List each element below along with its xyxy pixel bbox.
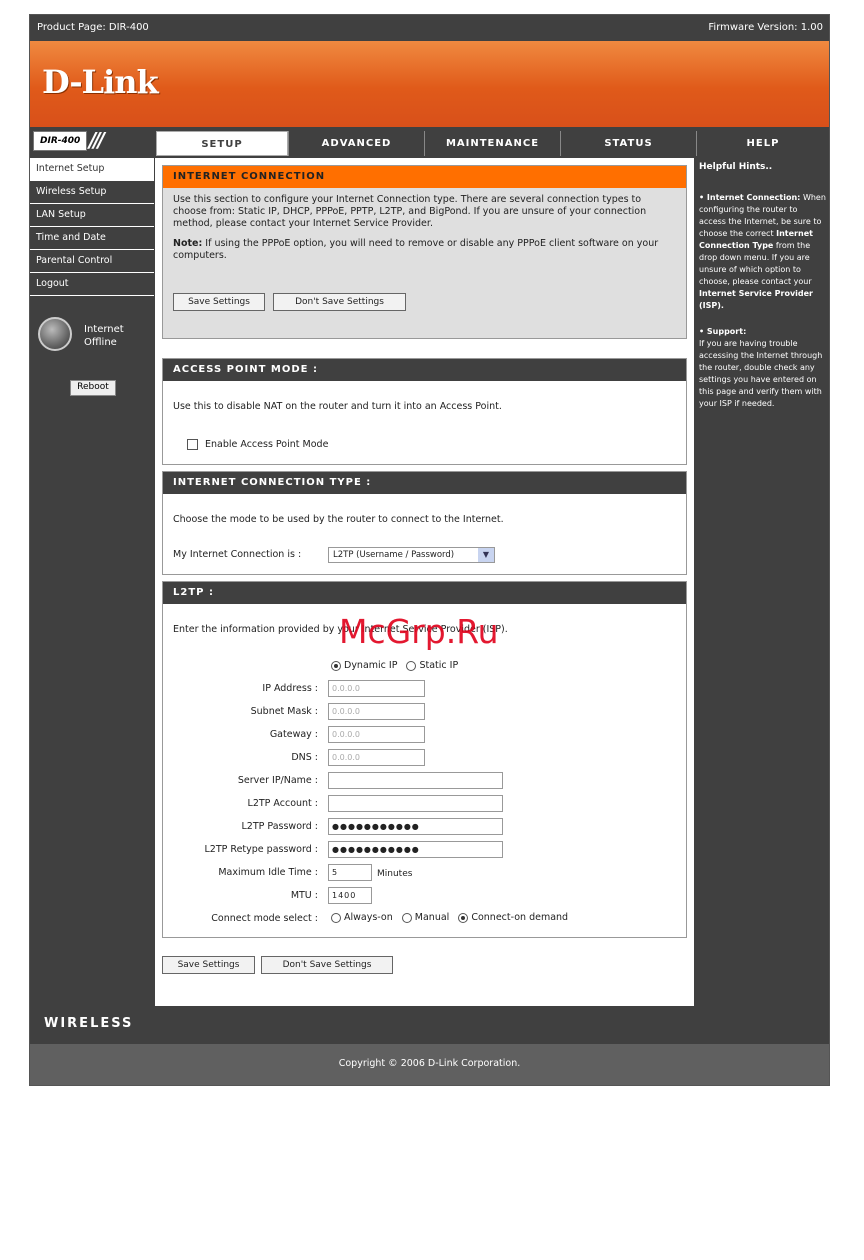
- connect-mode-options: Always-on Manual Connect-on demand: [331, 912, 568, 924]
- site-watermark: McGrp.Ru: [339, 612, 499, 651]
- connection-type-description: Choose the mode to be used by the router…: [173, 514, 504, 525]
- connection-type-select[interactable]: L2TP (Username / Password) ▼: [328, 547, 495, 563]
- minutes-unit: Minutes: [377, 869, 413, 879]
- manual-radio[interactable]: [401, 912, 412, 923]
- internet-status-text: Internet Offline: [84, 323, 124, 349]
- status-line-2: Offline: [84, 337, 117, 348]
- dont-save-settings-button[interactable]: Don't Save Settings: [273, 293, 406, 311]
- l2tp-account-field[interactable]: [328, 795, 503, 812]
- ip-address-label: IP Address :: [262, 683, 318, 694]
- top-bar: Product Page: DIR-400 Firmware Version: …: [30, 15, 829, 41]
- l2tp-password-label: L2TP Password :: [241, 821, 318, 832]
- static-ip-radio[interactable]: [406, 660, 417, 671]
- checkbox-label: Enable Access Point Mode: [205, 439, 329, 450]
- help-support-title: • Support:: [699, 327, 747, 336]
- server-ip-label: Server IP/Name :: [237, 775, 318, 786]
- static-ip-label: Static IP: [419, 660, 459, 671]
- help-support-text: If you are having trouble accessing the …: [699, 339, 823, 408]
- sidebar-item-logout[interactable]: Logout: [30, 273, 154, 296]
- access-point-section: ACCESS POINT MODE : Use this to disable …: [162, 358, 687, 465]
- chevron-down-icon[interactable]: ▼: [478, 548, 494, 562]
- section-title: L2TP :: [163, 582, 686, 604]
- globe-icon: [38, 317, 72, 351]
- tab-help[interactable]: HELP: [696, 131, 829, 156]
- sidebar-item-internet-setup[interactable]: Internet Setup: [30, 158, 154, 181]
- product-page-label: Product Page: DIR-400: [37, 22, 149, 33]
- always-on-label: Always-on: [344, 912, 393, 923]
- internet-status: Internet Offline: [38, 317, 148, 357]
- section-title: INTERNET CONNECTION TYPE :: [163, 472, 686, 494]
- section-title: ACCESS POINT MODE :: [163, 359, 686, 381]
- always-on-radio[interactable]: [331, 912, 341, 923]
- help-ic-title: • Internet Connection:: [699, 193, 801, 202]
- help-ic-bold2: Internet Service Provider (ISP).: [699, 289, 813, 310]
- mtu-label: MTU :: [290, 890, 318, 901]
- brand-banner: D-Link: [30, 41, 829, 127]
- help-internet-connection: • Internet Connection: When configuring …: [699, 192, 826, 312]
- router-admin-frame: Product Page: DIR-400 Firmware Version: …: [29, 14, 830, 1086]
- sidebar: Internet Setup Wireless Setup LAN Setup …: [30, 158, 154, 296]
- model-badge: DIR-400 ///: [33, 128, 148, 152]
- subnet-mask-label: Subnet Mask :: [250, 706, 318, 717]
- max-idle-time-field[interactable]: 5: [328, 864, 372, 881]
- save-settings-button[interactable]: Save Settings: [173, 293, 265, 311]
- dynamic-ip-radio[interactable]: [331, 660, 341, 671]
- section-title: INTERNET CONNECTION: [163, 166, 686, 188]
- connect-on-demand-label: Connect-on demand: [471, 912, 569, 923]
- l2tp-retype-password-field[interactable]: ●●●●●●●●●●●: [328, 841, 503, 858]
- firmware-version-label: Firmware Version: 1.00: [708, 22, 823, 33]
- tab-maintenance[interactable]: MAINTENANCE: [424, 131, 560, 156]
- sidebar-item-time-and-date[interactable]: Time and Date: [30, 227, 154, 250]
- reboot-button[interactable]: Reboot: [70, 380, 116, 396]
- bottom-save-settings-button[interactable]: Save Settings: [162, 956, 255, 974]
- help-title: Helpful Hints..: [699, 162, 773, 172]
- main-nav: DIR-400 /// SETUP ADVANCED MAINTENANCE S…: [30, 127, 829, 156]
- internet-connection-section: INTERNET CONNECTION Use this section to …: [162, 165, 687, 339]
- sidebar-item-parental-control[interactable]: Parental Control: [30, 250, 154, 273]
- access-point-option: Enable Access Point Mode: [187, 439, 328, 451]
- l2tp-retype-password-label: L2TP Retype password :: [204, 844, 318, 855]
- main-content: INTERNET CONNECTION Use this section to …: [155, 158, 694, 1006]
- note-text: If using the PPPoE option, you will need…: [173, 238, 659, 261]
- tab-status[interactable]: STATUS: [560, 131, 696, 156]
- enable-access-point-checkbox[interactable]: [187, 439, 198, 450]
- sidebar-item-wireless-setup[interactable]: Wireless Setup: [30, 181, 154, 204]
- ip-address-field[interactable]: 0.0.0.0: [328, 680, 425, 697]
- access-point-description: Use this to disable NAT on the router an…: [173, 401, 502, 412]
- server-ip-field[interactable]: [328, 772, 503, 789]
- model-name: DIR-400: [33, 131, 87, 151]
- selected-connection-type: L2TP (Username / Password): [333, 550, 455, 560]
- manual-label: Manual: [414, 912, 450, 923]
- wireless-footer-logo: WIRELESS: [30, 1006, 829, 1044]
- dns-label: DNS :: [291, 752, 318, 763]
- dns-field[interactable]: 0.0.0.0: [328, 749, 425, 766]
- l2tp-account-label: L2TP Account :: [247, 798, 318, 809]
- internet-connection-description: Use this section to configure your Inter…: [173, 194, 647, 229]
- l2tp-password-field[interactable]: ●●●●●●●●●●●: [328, 818, 503, 835]
- connection-type-label: My Internet Connection is :: [173, 549, 302, 560]
- max-idle-time-label: Maximum Idle Time :: [218, 867, 318, 878]
- slash-icon: ///: [89, 128, 105, 152]
- status-line-1: Internet: [84, 324, 124, 335]
- dynamic-ip-label: Dynamic IP: [344, 660, 398, 671]
- note-label: Note:: [173, 238, 203, 249]
- tab-setup[interactable]: SETUP: [156, 131, 288, 156]
- gateway-label: Gateway :: [269, 729, 318, 740]
- mtu-field[interactable]: 1400: [328, 887, 372, 904]
- help-support: • Support: If you are having trouble acc…: [699, 326, 826, 410]
- copyright-footer: Copyright © 2006 D-Link Corporation.: [30, 1044, 829, 1085]
- help-panel: Helpful Hints.. • Internet Connection: W…: [696, 158, 829, 1006]
- pppoe-note: Note: If using the PPPoE option, you wil…: [163, 230, 686, 262]
- connect-mode-label: Connect mode select :: [211, 913, 318, 924]
- ip-mode-options: Dynamic IP Static IP: [331, 660, 458, 672]
- subnet-mask-field[interactable]: 0.0.0.0: [328, 703, 425, 720]
- dlink-logo: D-Link: [42, 63, 159, 101]
- bottom-dont-save-settings-button[interactable]: Don't Save Settings: [261, 956, 393, 974]
- connect-on-demand-radio[interactable]: [458, 912, 469, 923]
- gateway-field[interactable]: 0.0.0.0: [328, 726, 425, 743]
- tab-advanced[interactable]: ADVANCED: [288, 131, 424, 156]
- sidebar-item-lan-setup[interactable]: LAN Setup: [30, 204, 154, 227]
- connection-type-section: INTERNET CONNECTION TYPE : Choose the mo…: [162, 471, 687, 575]
